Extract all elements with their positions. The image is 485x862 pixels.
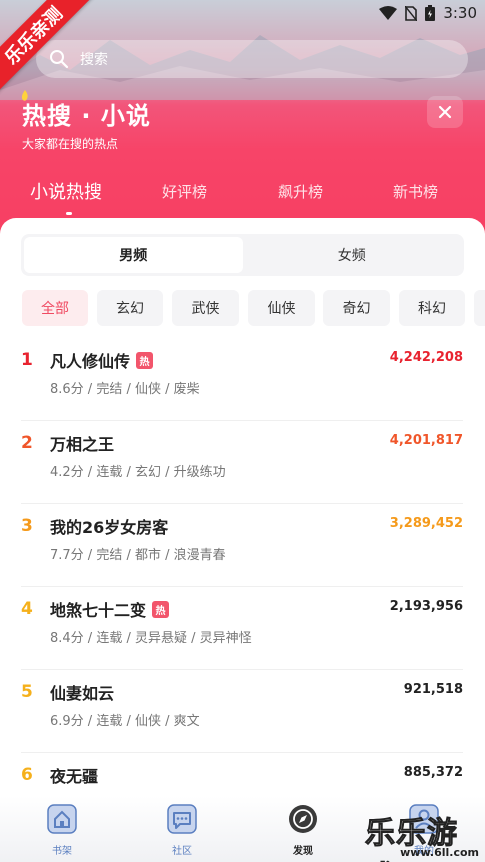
- battery-icon: [425, 5, 436, 21]
- ranking-item-3[interactable]: 3 我的26岁女房客 7.7分 / 完结 / 都市 / 浪漫青春 3,289,4…: [0, 504, 485, 587]
- watermark: 乐乐游戏 www.6ll.com: [365, 808, 485, 862]
- ranking-item-4[interactable]: 4 地煞七十二变热 8.4分 / 连载 / 灵异悬疑 / 灵异神怪 2,193,…: [0, 587, 485, 670]
- book-meta: 7.7分 / 完结 / 都市 / 浪漫青春: [50, 548, 226, 563]
- page-subtitle: 大家都在搜的热点: [22, 137, 119, 151]
- book-title: 凡人修仙传热: [50, 348, 154, 372]
- status-time: 3:30: [443, 4, 477, 22]
- search-count: 921,518: [403, 682, 463, 697]
- flame-icon: [21, 90, 28, 101]
- book-title-text: 夜无疆: [50, 767, 99, 786]
- book-title-text: 仙妻如云: [50, 684, 115, 703]
- rank-number: 4: [21, 599, 33, 619]
- header: 3:30 搜索 热搜 · 小说 大家都在搜的热点 小说热搜 好评榜 飙升榜 新书…: [0, 0, 485, 240]
- book-meta: 4.2分 / 连载 / 玄幻 / 升级练功: [50, 465, 226, 480]
- nav-bookshelf[interactable]: 书架: [32, 802, 92, 857]
- book-meta: 8.4分 / 连载 / 灵异悬疑 / 灵异神怪: [50, 631, 252, 646]
- search-count: 3,289,452: [389, 516, 463, 531]
- hot-badge: 热: [152, 600, 170, 618]
- bookshelf-icon: [47, 804, 77, 834]
- search-placeholder: 搜索: [80, 52, 108, 68]
- ranking-item-1[interactable]: 1 凡人修仙传热 8.6分 / 完结 / 仙侠 / 废柴 4,242,208: [0, 338, 485, 421]
- community-icon: [167, 804, 197, 834]
- search-count: 885,372: [403, 765, 463, 780]
- ranking-item-5[interactable]: 5 仙妻如云 6.9分 / 连载 / 仙侠 / 爽文 921,518: [0, 670, 485, 753]
- book-title-text: 凡人修仙传: [50, 352, 131, 371]
- search-count: 4,201,817: [389, 433, 463, 448]
- tab-top-rated[interactable]: 好评榜: [162, 181, 207, 202]
- book-title: 地煞七十二变热: [50, 597, 170, 621]
- book-title: 我的26岁女房客: [50, 514, 168, 538]
- category-chip-kehuan[interactable]: 科幻: [399, 290, 465, 326]
- rank-number: 2: [21, 433, 33, 453]
- book-title: 万相之王: [50, 431, 114, 455]
- watermark-url: www.6ll.com: [400, 846, 479, 859]
- book-title: 仙妻如云: [50, 680, 114, 704]
- no-sim-icon: [405, 5, 418, 21]
- category-chip-more[interactable]: [474, 290, 485, 326]
- hot-badge: 热: [136, 351, 154, 369]
- gender-female-option[interactable]: 女频: [243, 237, 462, 273]
- page-title: 热搜 · 小说: [22, 102, 151, 130]
- nav-label: 社区: [172, 846, 192, 857]
- book-title: 夜无疆: [50, 763, 98, 787]
- rank-number: 6: [21, 765, 33, 785]
- category-chip-wuxia[interactable]: 武侠: [172, 290, 239, 326]
- category-chip-xuanhuan[interactable]: 玄幻: [97, 290, 163, 326]
- nav-label: 发现: [293, 846, 313, 857]
- category-chips: 全部 玄幻 武侠 仙侠 奇幻 科幻: [22, 290, 485, 326]
- search-count: 2,193,956: [389, 599, 463, 614]
- compass-icon: [289, 805, 317, 833]
- close-button[interactable]: [427, 96, 463, 128]
- tab-new-books[interactable]: 新书榜: [393, 181, 438, 202]
- nav-community[interactable]: 社区: [152, 802, 212, 857]
- search-icon: [50, 50, 69, 69]
- rank-number: 5: [21, 682, 33, 702]
- nav-discover[interactable]: 发现: [273, 802, 333, 857]
- category-chip-xianxia[interactable]: 仙侠: [248, 290, 315, 326]
- category-chip-all[interactable]: 全部: [22, 290, 88, 326]
- tab-novel-hot[interactable]: 小说热搜: [30, 178, 102, 204]
- gender-toggle: 男频 女频: [21, 234, 464, 276]
- wifi-icon: [379, 6, 398, 20]
- nav-label: 书架: [52, 846, 72, 857]
- rank-number: 3: [21, 516, 33, 536]
- search-bar[interactable]: 搜索: [36, 40, 468, 78]
- ranking-item-2[interactable]: 2 万相之王 4.2分 / 连载 / 玄幻 / 升级练功 4,201,817: [0, 421, 485, 504]
- content-panel: 男频 女频 全部 玄幻 武侠 仙侠 奇幻 科幻 1 凡人修仙传热 8.6分 / …: [0, 218, 485, 862]
- close-icon: [438, 105, 452, 119]
- tab-rising[interactable]: 飙升榜: [278, 181, 323, 202]
- book-title-text: 地煞七十二变: [50, 601, 147, 620]
- tab-indicator: [66, 212, 72, 215]
- category-chip-qihuan[interactable]: 奇幻: [323, 290, 390, 326]
- book-meta: 6.9分 / 连载 / 仙侠 / 爽文: [50, 714, 200, 729]
- book-meta: 8.6分 / 完结 / 仙侠 / 废柴: [50, 382, 200, 397]
- title-row: 热搜 · 小说: [21, 90, 151, 131]
- ranking-tabs: 小说热搜 好评榜 飙升榜 新书榜: [0, 172, 485, 212]
- book-title-text: 我的26岁女房客: [50, 518, 169, 537]
- book-title-text: 万相之王: [50, 435, 115, 454]
- gender-male-option[interactable]: 男频: [24, 237, 243, 273]
- rank-number: 1: [21, 350, 33, 370]
- search-count: 4,242,208: [389, 350, 463, 365]
